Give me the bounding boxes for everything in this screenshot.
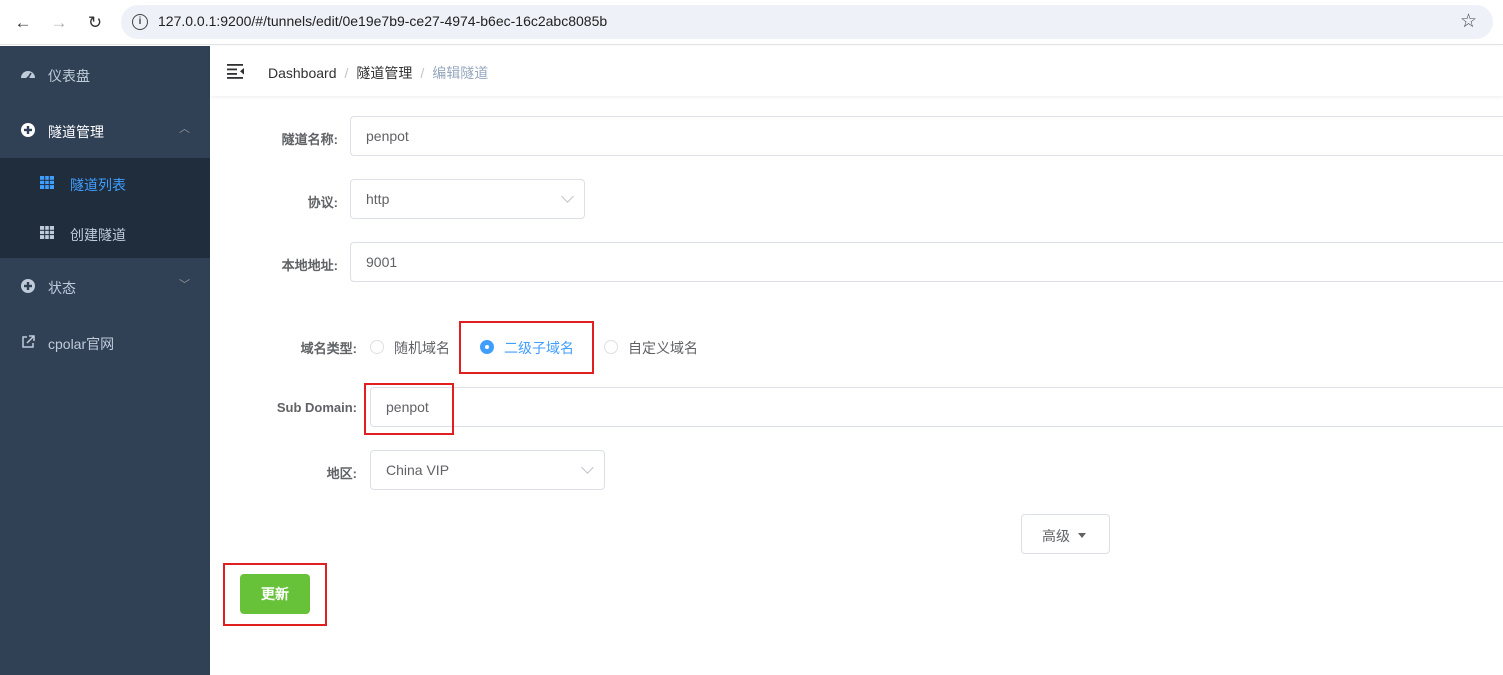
sidebar-item-label: 状态 — [48, 280, 76, 296]
url-text: 127.0.0.1:9200/#/tunnels/edit/0e19e7b9-c… — [158, 13, 608, 29]
tunnel-name-label: 隧道名称: — [281, 132, 338, 147]
sidebar-item-cpolar-site[interactable]: cpolar官网 — [0, 314, 210, 370]
tunnel-submenu: 隧道列表 创建隧道 — [0, 158, 210, 258]
sidebar: 仪表盘 隧道管理 ︿ 隧道列表 创建隧道 状态 ﹀ cpolar官网 — [0, 46, 210, 675]
local-address-label: 本地地址: — [281, 258, 338, 273]
radio-label: 随机域名 — [394, 340, 450, 356]
breadcrumb-separator: / — [344, 65, 349, 81]
sidebar-item-label: 隧道列表 — [70, 177, 126, 193]
table-icon — [40, 226, 54, 239]
radio-circle — [370, 340, 384, 354]
domain-type-label: 域名类型: — [300, 341, 357, 356]
sidebar-item-label: cpolar官网 — [48, 336, 115, 352]
caret-down-icon — [1078, 533, 1086, 538]
radio-circle — [480, 340, 494, 354]
chevron-down-icon — [561, 190, 574, 203]
bookmark-star-icon[interactable]: ☆ — [1460, 10, 1477, 33]
advanced-label: 高级 — [1042, 528, 1070, 544]
status-icon — [21, 279, 35, 293]
back-arrow-icon[interactable]: ← — [10, 10, 36, 36]
sidebar-item-dashboard[interactable]: 仪表盘 — [0, 46, 210, 102]
radio-label: 自定义域名 — [628, 340, 698, 356]
topbar: Dashboard / 隧道管理 / 编辑隧道 — [210, 46, 1503, 96]
chevron-down-icon — [581, 461, 594, 474]
sidebar-item-status[interactable]: 状态 ﹀ — [0, 258, 210, 314]
radio-label: 二级子域名 — [504, 340, 574, 356]
hamburger-menu-icon[interactable] — [227, 63, 245, 79]
breadcrumb-current: 编辑隧道 — [432, 65, 489, 81]
sidebar-item-label: 仪表盘 — [48, 68, 90, 84]
breadcrumb-separator: / — [420, 65, 425, 81]
sidebar-item-tunnel-list[interactable]: 隧道列表 — [0, 158, 210, 208]
breadcrumb: Dashboard / 隧道管理 / 编辑隧道 — [268, 63, 488, 83]
update-button[interactable]: 更新 — [240, 574, 310, 614]
chevron-down-icon: ﹀ — [179, 279, 190, 291]
advanced-button[interactable]: 高级 — [1021, 514, 1110, 554]
chevron-up-icon: ︿ — [179, 123, 190, 135]
sidebar-item-create-tunnel[interactable]: 创建隧道 — [0, 208, 210, 258]
breadcrumb-dashboard[interactable]: Dashboard — [268, 65, 337, 81]
browser-toolbar: ← → ↻ i 127.0.0.1:9200/#/tunnels/edit/0e… — [0, 0, 1503, 45]
dashboard-icon — [21, 71, 35, 80]
sidebar-item-label: 创建隧道 — [70, 227, 126, 243]
address-bar[interactable]: i 127.0.0.1:9200/#/tunnels/edit/0e19e7b9… — [121, 5, 1493, 39]
subdomain-label: Sub Domain: — [276, 400, 357, 415]
protocol-label: 协议: — [307, 195, 338, 210]
tunnel-name-input[interactable]: penpot — [350, 116, 1503, 156]
breadcrumb-tunnel-management[interactable]: 隧道管理 — [356, 65, 412, 81]
table-icon — [40, 176, 54, 189]
site-info-icon[interactable]: i — [132, 14, 148, 30]
sidebar-item-tunnel-management[interactable]: 隧道管理 ︿ — [0, 102, 210, 158]
reload-icon[interactable]: ↻ — [82, 10, 108, 36]
region-select[interactable]: China VIP — [370, 450, 605, 490]
sidebar-item-label: 隧道管理 — [48, 124, 104, 140]
protocol-value: http — [366, 191, 390, 207]
subdomain-input[interactable]: penpot — [370, 387, 1503, 427]
local-address-input[interactable]: 9001 — [350, 242, 1503, 282]
protocol-select[interactable]: http — [350, 179, 585, 219]
region-value: China VIP — [386, 462, 450, 478]
radio-circle — [604, 340, 618, 354]
tunnel-icon — [21, 123, 35, 137]
region-label: 地区: — [326, 466, 357, 481]
forward-arrow-icon[interactable]: → — [46, 10, 72, 36]
external-link-icon — [22, 335, 35, 348]
